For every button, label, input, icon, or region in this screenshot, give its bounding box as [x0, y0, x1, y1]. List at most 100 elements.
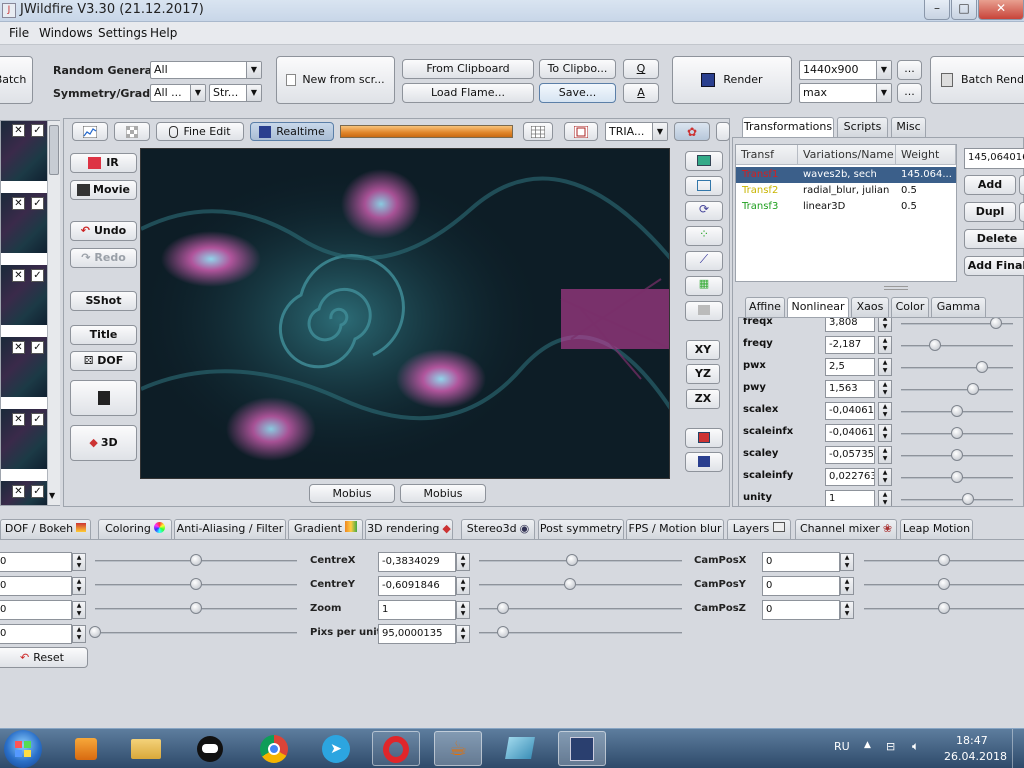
tab-channel-mixer[interactable]: Channel mixer ❀	[795, 519, 897, 539]
slider-knob[interactable]	[938, 578, 950, 590]
param-slider[interactable]	[901, 345, 1013, 347]
field-zoom[interactable]: 1	[378, 600, 456, 620]
close-button[interactable]: ✕	[978, 0, 1024, 20]
param-slider[interactable]	[901, 499, 1013, 501]
menu-windows[interactable]: Windows	[39, 26, 93, 40]
column-header-weight[interactable]: Weight	[896, 145, 956, 165]
param-value-field[interactable]: 0,022763	[825, 468, 875, 486]
a-button[interactable]: A	[623, 83, 659, 103]
param-spinner[interactable]: ▲ ▼	[878, 358, 892, 376]
resolution-more-button[interactable]: ...	[897, 60, 922, 80]
fine-edit-button[interactable]: Fine Edit	[156, 122, 244, 141]
param-spinner[interactable]: ▲ ▼	[878, 402, 892, 420]
param-value-field[interactable]: -2,187	[825, 336, 875, 354]
taskbar-app-panda[interactable]	[186, 731, 234, 766]
menu-settings[interactable]: Settings	[98, 26, 147, 40]
param-spinner[interactable]: ▲ ▼	[878, 424, 892, 442]
param-slider[interactable]	[901, 389, 1013, 391]
slider-knob[interactable]	[966, 383, 979, 395]
tab-leap-motion[interactable]: Leap Motion	[900, 519, 973, 539]
slider-knob[interactable]	[938, 554, 950, 566]
spinner[interactable]: ▲ ▼	[456, 577, 470, 595]
title-button[interactable]: Title	[70, 325, 137, 345]
edit-mode-select[interactable]: TRIA... ▼	[605, 122, 668, 141]
quality-more-button[interactable]: ...	[897, 83, 922, 103]
taskbar-java[interactable]: ☕	[434, 731, 482, 766]
param-spinner[interactable]: ▲ ▼	[878, 318, 892, 332]
slider-knob[interactable]	[962, 493, 975, 505]
remove-thumbnail-icon[interactable]: ✕	[12, 197, 25, 210]
mobius-button-1[interactable]: Mobius	[309, 484, 395, 503]
remove-thumbnail-icon[interactable]: ✕	[12, 269, 25, 282]
language-indicator[interactable]: RU	[834, 740, 850, 753]
remove-thumbnail-icon[interactable]: ✕	[12, 341, 25, 354]
taskbar-app-2[interactable]	[558, 731, 606, 766]
zx-plane-button[interactable]: ZX	[686, 389, 720, 409]
remove-thumbnail-icon[interactable]: ✕	[12, 124, 25, 137]
realtime-render-button[interactable]	[685, 452, 723, 472]
slider-knob[interactable]	[190, 578, 202, 590]
slider-knob[interactable]	[951, 449, 963, 461]
param-slider[interactable]	[901, 367, 1013, 369]
quicksave-button[interactable]: Q	[623, 59, 659, 79]
yz-plane-button[interactable]: YZ	[686, 364, 720, 384]
thumbnail-checkbox[interactable]: ✓	[31, 341, 44, 354]
transparency-toggle[interactable]	[114, 122, 150, 141]
tab-misc[interactable]: Misc	[891, 117, 926, 137]
symmetry-select[interactable]: All ... ▼	[150, 84, 206, 102]
field-centrey[interactable]: -0,6091846	[378, 576, 456, 596]
camera-slider[interactable]	[479, 560, 682, 562]
batch-button[interactable]: Batch	[0, 56, 33, 104]
thumbnail-checkbox[interactable]: ✓	[31, 124, 44, 137]
minimize-button[interactable]: –	[924, 0, 950, 20]
param-value-field[interactable]: -0,05735	[825, 446, 875, 464]
render-button[interactable]: Render	[672, 56, 792, 104]
histogram-toggle[interactable]	[72, 122, 108, 141]
network-icon[interactable]: ⊟	[886, 740, 895, 753]
param-value-field[interactable]: -0,04061	[825, 402, 875, 420]
dof-button[interactable]: ⚄ DOF	[70, 351, 137, 371]
slider-knob[interactable]	[951, 471, 963, 483]
spinner[interactable]: ▲ ▼	[456, 625, 470, 643]
tab-transformations[interactable]: Transformations	[742, 117, 834, 137]
delete-transform-button[interactable]: Delete	[964, 229, 1024, 249]
tab-affine[interactable]: Affine	[745, 297, 785, 317]
param-value-field[interactable]: 2,5	[825, 358, 875, 376]
show-desktop-button[interactable]	[1012, 729, 1024, 768]
camera-slider[interactable]	[479, 584, 682, 586]
weight-field[interactable]: 145,064016	[964, 148, 1024, 169]
tab-xaos[interactable]: Xaos	[851, 297, 889, 317]
mobius-button-2[interactable]: Mobius	[400, 484, 486, 503]
thumbnail-scrollbar[interactable]: ▼	[47, 121, 60, 505]
snapshot-button[interactable]: SShot	[70, 291, 137, 311]
param-value-field[interactable]: 3,808	[825, 318, 875, 332]
column-header-variations[interactable]: Variations/Name	[798, 145, 896, 165]
field-camposy[interactable]: 0	[762, 576, 840, 596]
quality-select[interactable]: max ▼	[799, 83, 892, 103]
color-palette-button[interactable]: ✿	[674, 122, 710, 141]
duplicate-transform-button[interactable]: Dupl	[964, 202, 1016, 222]
splitter-handle[interactable]	[884, 286, 908, 290]
slider-knob[interactable]	[89, 626, 101, 638]
spinner[interactable]: ▲ ▼	[840, 553, 854, 571]
batch-render-button[interactable]: Batch Render	[930, 56, 1024, 104]
taskbar-telegram[interactable]: ➤	[312, 731, 360, 766]
from-clipboard-button[interactable]: From Clipboard	[402, 59, 534, 79]
tab-coloring[interactable]: Coloring	[98, 519, 172, 539]
slider-knob[interactable]	[928, 339, 941, 351]
xy-plane-button[interactable]: XY	[686, 340, 720, 360]
tab-scripts[interactable]: Scripts	[837, 117, 888, 137]
tray-expand-icon[interactable]: ▲	[864, 740, 871, 750]
3d-button[interactable]: ◆ 3D	[70, 425, 137, 461]
save-button[interactable]: Save...	[539, 83, 616, 103]
tab-gamma[interactable]: Gamma	[931, 297, 986, 317]
line-tool-button[interactable]: ⟋	[685, 251, 723, 271]
param-value-field[interactable]: -0,04061	[825, 424, 875, 442]
slider-knob[interactable]	[951, 427, 963, 439]
side-button[interactable]	[1019, 175, 1024, 195]
disabled-tool-button[interactable]	[685, 301, 723, 321]
to-clipboard-button[interactable]: To Clipbo...	[539, 59, 616, 79]
camera-left-field[interactable]: 0	[0, 576, 72, 596]
table-row[interactable]: Transf1 waves2b, sech 145.064...	[736, 167, 956, 183]
rotate-tool-button[interactable]: ⟳	[685, 201, 723, 221]
